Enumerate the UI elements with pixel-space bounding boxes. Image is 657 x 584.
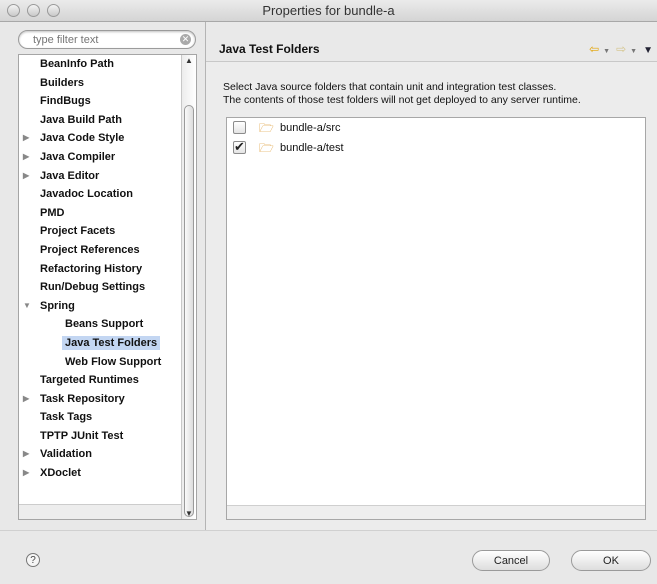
tree-item-label: PMD [40, 206, 65, 219]
source-folder-icon: 🗁 [259, 141, 274, 155]
ok-button[interactable]: OK [571, 550, 651, 571]
tree-item[interactable]: Javadoc Location [19, 185, 182, 204]
tree-item[interactable]: Refactoring History [19, 260, 182, 279]
properties-dialog: Properties for bundle-a ✕ BeanInfo PathB… [0, 0, 657, 584]
tree-item[interactable]: Task Tags [19, 408, 182, 427]
forward-arrow-icon[interactable]: ⇨ [616, 42, 626, 56]
description-line: Select Java source folders that contain … [223, 81, 557, 93]
tree-item[interactable]: ▶ Task Repository [19, 390, 182, 409]
back-arrow-icon[interactable]: ⇦ [589, 42, 599, 56]
tree-item-label: Run/Debug Settings [40, 281, 146, 294]
tree-item-label: Project Facets [40, 225, 116, 238]
tree-item[interactable]: TPTP JUnit Test [19, 427, 182, 446]
tree-item[interactable]: FindBugs [19, 92, 182, 111]
tree-item[interactable]: ▶ Java Code Style [19, 129, 182, 148]
property-pages-tree: BeanInfo Path Builders FindBugs Java Build … [18, 54, 197, 520]
folder-label: bundle-a/test [280, 142, 344, 154]
scroll-up-icon[interactable]: ▲ [185, 56, 193, 65]
tree-item-label: Validation [40, 448, 92, 461]
source-folder-icon: 🗁 [259, 121, 274, 135]
tree-item-label: Java Compiler [40, 150, 116, 163]
tree-item-label: Refactoring History [40, 262, 143, 275]
tree-item-label: Java Code Style [40, 132, 125, 145]
tree-item-label: Targeted Runtimes [40, 374, 139, 387]
tree-item-label: Project References [40, 243, 140, 256]
tree-item[interactable]: ▶ Java Editor [19, 167, 182, 186]
folder-row[interactable]: 🗁 bundle-a/src [227, 118, 645, 138]
forward-dropdown-icon[interactable]: ▼ [630, 48, 637, 55]
clear-filter-icon[interactable]: ✕ [180, 34, 191, 45]
tree-item[interactable]: ▼ Spring [19, 297, 182, 316]
property-pages-pane: ✕ BeanInfo Path Builders FindBugs Java Buil… [0, 22, 205, 530]
tree-item-label: Task Repository [40, 392, 125, 405]
tree-item-label: Java Build Path [40, 113, 122, 126]
cancel-button[interactable]: Cancel [472, 550, 550, 571]
description-line: The contents of those test folders will … [223, 94, 581, 106]
button-bar: ? Cancel OK [0, 530, 657, 584]
tree-item-label: Web Flow Support [65, 355, 162, 368]
tree-item-label: Task Tags [40, 411, 93, 424]
tree-item-label: Java Editor [40, 169, 100, 182]
tree-item-label: Java Test Folders [62, 335, 161, 350]
tree-item[interactable]: Beans Support [19, 315, 182, 334]
folder-label: bundle-a/src [280, 122, 341, 134]
tree-item-label: XDoclet [40, 467, 81, 480]
help-icon[interactable]: ? [26, 553, 40, 567]
window-title: Properties for bundle-a [262, 3, 395, 18]
collapsed-triangle-icon[interactable]: ▶ [23, 464, 33, 483]
folder-checkbox[interactable] [233, 121, 246, 134]
tree-item-label: Beans Support [65, 318, 144, 331]
tree-item[interactable]: Run/Debug Settings [19, 278, 182, 297]
tree-item[interactable]: ▶ Validation [19, 445, 182, 464]
title-bar: Properties for bundle-a [0, 0, 657, 22]
tree-items: BeanInfo Path Builders FindBugs Java Build … [19, 55, 182, 483]
tree-item[interactable]: ▶ Java Compiler [19, 148, 182, 167]
collapsed-triangle-icon[interactable]: ▶ [23, 390, 33, 409]
page-header: Java Test Folders ⇦ ▼ ⇨ ▼ ▼ [206, 22, 657, 62]
folder-list-horizontal-scrollbar[interactable] [227, 505, 645, 519]
folder-checkbox[interactable] [233, 137, 246, 157]
tree-item[interactable]: Targeted Runtimes [19, 371, 182, 390]
folder-rows: 🗁 bundle-a/src 🗁 bundle-a/test [227, 118, 645, 158]
tree-item-label: TPTP JUnit Test [40, 429, 124, 442]
page-title: Java Test Folders [219, 42, 320, 56]
folder-row[interactable]: 🗁 bundle-a/test [227, 137, 645, 158]
collapsed-triangle-icon[interactable]: ▶ [23, 167, 33, 186]
history-navigation: ⇦ ▼ ⇨ ▼ ▼ [589, 42, 657, 56]
page-description: Select Java source folders that contain … [223, 81, 581, 107]
tree-item[interactable]: Project Facets [19, 222, 182, 241]
collapsed-triangle-icon[interactable]: ▶ [23, 129, 33, 148]
tree-vertical-scrollbar[interactable]: ▲ ▼ [181, 55, 196, 519]
tree-item[interactable]: ▶ XDoclet [19, 464, 182, 483]
expanded-triangle-icon[interactable]: ▼ [23, 297, 33, 316]
tree-item-label: BeanInfo Path [40, 58, 114, 70]
view-menu-icon[interactable]: ▼ [643, 45, 653, 56]
scroll-down-icon[interactable]: ▼ [185, 509, 193, 518]
filter-input[interactable] [33, 33, 173, 47]
tree-horizontal-scrollbar[interactable] [19, 504, 182, 519]
tree-item[interactable]: Java Test Folders [19, 334, 182, 353]
tree-item[interactable]: Web Flow Support [19, 353, 182, 372]
tree-item-label: Builders [40, 76, 85, 89]
tree-item[interactable]: PMD [19, 204, 182, 223]
filter-field[interactable]: ✕ [18, 30, 196, 49]
tree-item[interactable]: BeanInfo Path [19, 55, 182, 74]
source-folder-list: 🗁 bundle-a/src 🗁 bundle-a/test [226, 117, 646, 520]
scroll-thumb[interactable] [184, 105, 194, 517]
tree-item[interactable]: Project References [19, 241, 182, 260]
collapsed-triangle-icon[interactable]: ▶ [23, 148, 33, 167]
back-dropdown-icon[interactable]: ▼ [603, 48, 610, 55]
collapsed-triangle-icon[interactable]: ▶ [23, 445, 33, 464]
tree-item[interactable]: Builders [19, 74, 182, 93]
tree-item-label: Javadoc Location [40, 188, 133, 201]
tree-item-label: FindBugs [40, 95, 91, 108]
page-content: Java Test Folders ⇦ ▼ ⇨ ▼ ▼ Select Java sour… [206, 22, 657, 530]
tree-item[interactable]: Java Build Path [19, 111, 182, 130]
tree-item-label: Spring [40, 299, 75, 312]
